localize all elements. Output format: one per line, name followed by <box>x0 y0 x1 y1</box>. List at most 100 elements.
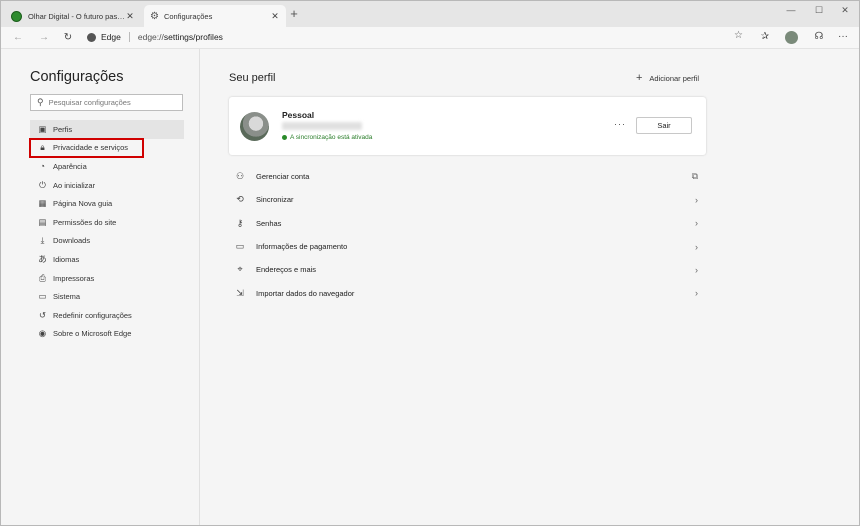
sidebar-item-label: Redefinir configurações <box>53 310 132 320</box>
chevron-right-icon: › <box>695 194 698 205</box>
toolbar: ← → ↻ Edge edge://settings/profiles ☆ ✰ … <box>1 27 859 49</box>
chevron-right-icon: › <box>695 264 698 275</box>
grid-icon: ▦ <box>38 198 47 209</box>
external-link-icon: ⧉ <box>691 171 698 182</box>
sidebar-item-sistema[interactable]: ▭ Sistema <box>30 287 184 306</box>
favorites-icon[interactable]: ✰ <box>757 29 773 45</box>
address-separator <box>128 32 130 42</box>
refresh-button[interactable]: ↻ <box>59 29 77 46</box>
sign-out-button[interactable]: Sair <box>636 117 692 134</box>
url-path: settings/profiles <box>163 32 223 42</box>
profile-email-blurred <box>282 122 362 130</box>
location-pin-icon: ⌖ <box>237 264 243 275</box>
printer-icon: ⎙ <box>39 272 46 283</box>
sidebar-item-label: Sistema <box>53 292 81 302</box>
row-importar[interactable]: ⇲ Importar dados do navegador › <box>229 281 706 304</box>
profile-name: Pessoal <box>282 110 315 120</box>
close-window-icon[interactable]: ✕ <box>831 1 859 19</box>
add-profile-label: Adicionar perfil <box>649 73 699 83</box>
address-bar[interactable]: Edge edge://settings/profiles ☆ <box>87 28 749 46</box>
sidebar-item-label: Downloads <box>53 236 91 246</box>
page-title: Seu perfil <box>229 72 276 84</box>
plus-icon: + <box>635 72 643 84</box>
sync-status-dot-icon <box>282 135 287 140</box>
row-label: Informações de pagamento <box>256 242 348 252</box>
sidebar-item-label: Perfis <box>53 124 73 134</box>
sidebar-item-permissoes[interactable]: ▤ Permissões do site <box>30 213 184 232</box>
row-label: Importar dados do navegador <box>256 288 355 298</box>
row-sincronizar[interactable]: ⟲ Sincronizar › <box>229 188 706 211</box>
settings-title: Configurações <box>30 69 124 85</box>
sidebar-item-sobre[interactable]: ◉ Sobre o Microsoft Edge <box>30 325 184 344</box>
person-icon: ⚇ <box>235 171 245 182</box>
sidebar-item-aparencia[interactable]: ◔ Aparência <box>30 157 184 176</box>
row-label: Endereços e mais <box>256 265 317 275</box>
language-icon: あ <box>38 254 47 265</box>
search-input[interactable] <box>48 98 169 107</box>
tab-olhar-digital[interactable]: Olhar Digital - O futuro passa primeiro … <box>5 5 141 27</box>
profile-more-button[interactable]: ··· <box>614 119 626 129</box>
row-label: Sincronizar <box>256 195 294 205</box>
sidebar-item-label: Permissões do site <box>53 217 117 227</box>
row-label: Senhas <box>256 218 282 228</box>
url-prefix: edge:// <box>137 32 164 42</box>
back-button[interactable]: ← <box>9 29 27 46</box>
sidebar-item-perfis[interactable]: ▣ Perfis <box>30 120 184 139</box>
url-text: edge://settings/profiles <box>138 32 223 42</box>
import-icon: ⇲ <box>236 287 244 298</box>
row-pagamento[interactable]: ▭ Informações de pagamento › <box>229 235 706 258</box>
tab-strip: Olhar Digital - O futuro passa primeiro … <box>1 1 859 27</box>
add-profile-button[interactable]: + Adicionar perfil <box>636 72 699 84</box>
tab-title: Configurações <box>163 11 213 21</box>
row-label: Gerenciar conta <box>256 172 310 182</box>
download-icon: ⤓ <box>40 235 45 246</box>
chevron-right-icon: › <box>695 288 698 299</box>
settings-content: Configurações ⚲ ▣ Perfis 🔒︎ Privacidade … <box>1 49 859 525</box>
feedback-icon[interactable]: ☊ <box>811 29 827 45</box>
maximize-icon[interactable]: ☐ <box>805 1 833 19</box>
reset-icon: ↺ <box>38 309 47 320</box>
new-tab-button[interactable]: + <box>288 6 300 22</box>
favorite-star-icon[interactable]: ☆ <box>734 30 743 41</box>
sidebar-item-label: Página Nova guia <box>53 199 113 209</box>
sidebar-item-redefinir[interactable]: ↺ Redefinir configurações <box>30 306 184 325</box>
edge-icon: ◉ <box>38 328 47 339</box>
profile-avatar-icon[interactable] <box>785 31 798 44</box>
close-tab-icon[interactable]: ✕ <box>125 11 135 22</box>
sidebar-item-ao-inicializar[interactable]: ⏻ Ao inicializar <box>30 176 184 195</box>
sidebar-item-idiomas[interactable]: あ Idiomas <box>30 250 184 269</box>
browser-window: Olhar Digital - O futuro passa primeiro … <box>0 0 860 526</box>
key-icon: ⚷ <box>236 217 244 228</box>
profile-card: Pessoal A sincronização está ativada ···… <box>229 97 706 155</box>
row-senhas[interactable]: ⚷ Senhas › <box>229 212 706 235</box>
row-enderecos[interactable]: ⌖ Endereços e mais › <box>229 258 706 281</box>
sidebar-item-downloads[interactable]: ⤓ Downloads <box>30 232 184 251</box>
sidebar-item-label: Privacidade e serviços <box>53 143 129 153</box>
sidebar-item-privacidade[interactable]: 🔒︎ Privacidade e serviços <box>29 137 144 159</box>
tab-title: Olhar Digital - O futuro passa primeiro … <box>28 11 125 21</box>
settings-sidebar: Configurações ⚲ ▣ Perfis 🔒︎ Privacidade … <box>1 49 200 525</box>
gear-icon: ⚙ <box>150 10 159 22</box>
sidebar-item-label: Ao inicializar <box>53 180 96 190</box>
edge-logo-icon <box>87 32 96 42</box>
search-box[interactable]: ⚲ <box>30 94 183 111</box>
minimize-icon[interactable]: — <box>777 1 805 19</box>
sync-icon: ⟲ <box>236 194 244 205</box>
system-icon: ▭ <box>38 291 47 302</box>
sidebar-item-nova-guia[interactable]: ▦ Página Nova guia <box>30 194 184 213</box>
row-gerenciar-conta[interactable]: ⚇ Gerenciar conta ⧉ <box>229 165 706 188</box>
tab-configuracoes[interactable]: ⚙ Configurações ✕ <box>144 5 286 27</box>
sync-status-text: A sincronização está ativada <box>290 134 373 141</box>
profile-card-icon: ▣ <box>38 123 47 134</box>
more-menu-icon[interactable]: ··· <box>835 29 851 45</box>
credit-card-icon: ▭ <box>235 241 245 252</box>
forward-button[interactable]: → <box>35 29 53 46</box>
sidebar-item-label: Idiomas <box>53 254 80 264</box>
profile-settings-list: ⚇ Gerenciar conta ⧉ ⟲ Sincronizar › ⚷ Se… <box>229 165 706 305</box>
close-tab-icon[interactable]: ✕ <box>270 11 280 22</box>
sidebar-item-impressoras[interactable]: ⎙ Impressoras <box>30 269 184 288</box>
search-icon: ⚲ <box>37 97 44 107</box>
chevron-right-icon: › <box>695 241 698 252</box>
chevron-right-icon: › <box>695 218 698 229</box>
settings-nav: ▣ Perfis 🔒︎ Privacidade e serviços ◔ Apa… <box>29 120 184 344</box>
